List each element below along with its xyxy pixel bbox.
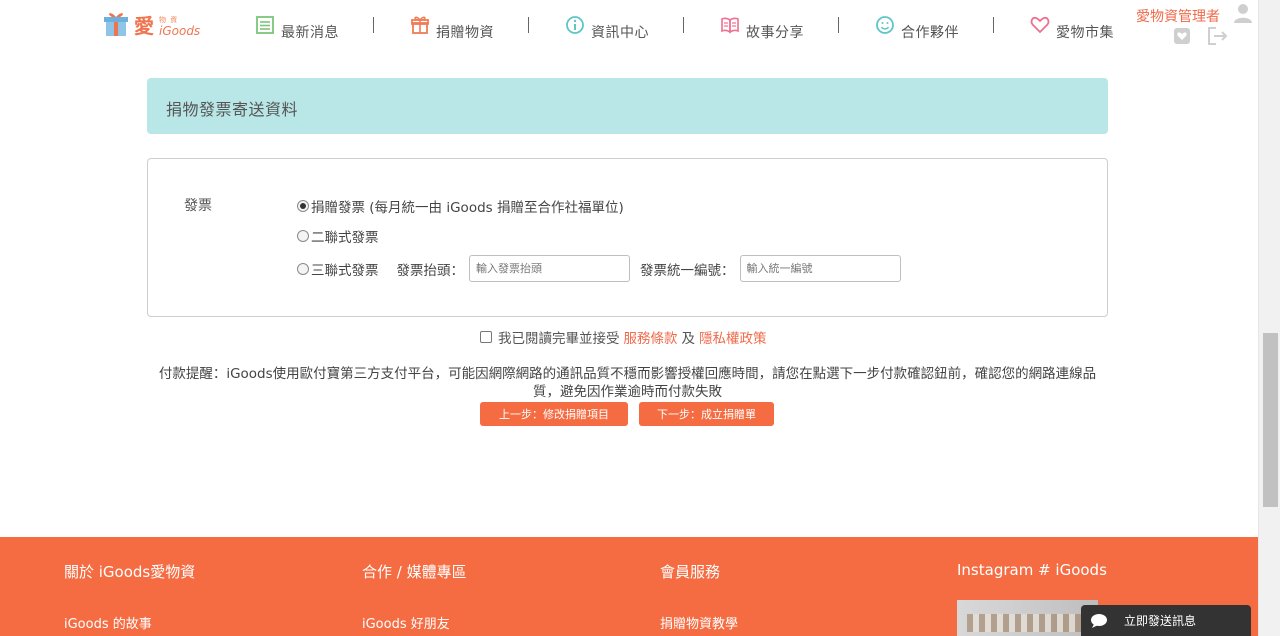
gift-logo-icon (104, 13, 128, 36)
footer-link[interactable]: iGoods 好朋友 (362, 613, 450, 632)
invoice-option-label: 捐贈發票 (每月統一由 iGoods 捐贈至合作社福單位) (311, 200, 624, 216)
invoice-field-label: 發票 (184, 198, 212, 214)
nav-item-donate[interactable]: 捐贈物資 (410, 12, 494, 42)
section-heading: 捐物發票寄送資料 (147, 78, 1108, 134)
user-avatar-icon[interactable] (1232, 2, 1254, 24)
info-circle-icon (566, 16, 584, 34)
terms-prefix: 我已閱讀完畢並接受 (498, 331, 620, 347)
chat-widget-button[interactable]: 立即發送訊息 (1081, 605, 1251, 636)
terms-and-text: 及 (681, 331, 696, 347)
invoice-option-label: 三聯式發票 (311, 262, 379, 279)
smile-face-icon (876, 16, 894, 34)
favorites-button[interactable] (1174, 28, 1190, 44)
next-step-button[interactable]: 下一步：成立捐贈單 (639, 402, 774, 426)
footer-column-title: Instagram # iGoods (957, 561, 1107, 579)
gift-box-icon (411, 16, 429, 34)
invoice-radio-donate[interactable] (297, 200, 309, 212)
scrollbar-thumb[interactable] (1263, 333, 1278, 507)
logout-icon[interactable] (1206, 26, 1228, 46)
invoice-option-donate[interactable]: 捐贈發票 (每月統一由 iGoods 捐贈至合作社福單位) (297, 196, 624, 216)
terms-agreement: 我已閱讀完畢並接受 服務條款 及 隱私權政策 (480, 327, 771, 347)
footer-link[interactable]: 捐贈物資教學 (660, 613, 738, 632)
footer-column-instagram: Instagram # iGoods (957, 561, 1107, 579)
logo-text: 愛 (134, 14, 154, 38)
nav-divider (373, 17, 374, 33)
nav-label: 愛物市集 (1056, 25, 1114, 41)
terms-of-service-link[interactable]: 服務條款 (624, 327, 678, 347)
terms-checkbox[interactable] (480, 331, 492, 343)
nav-divider (528, 17, 529, 33)
main-nav: 最新消息 捐贈物資 資訊中心 故事分享 合作夥伴 愛物市集 (255, 12, 1114, 42)
nav-divider (993, 17, 994, 33)
tax-id-input[interactable] (739, 255, 901, 282)
page-scrollbar[interactable] (1258, 0, 1280, 636)
footer-column-title: 會員服務 (660, 563, 721, 581)
site-logo[interactable]: 愛 物 資 iGoods (100, 8, 200, 40)
tax-id-label: 發票統一編號： (640, 262, 735, 279)
nav-label: 捐贈物資 (436, 25, 494, 41)
logo-brand: iGoods (159, 24, 201, 38)
step-buttons: 上一步：修改捐贈項目 下一步：成立捐贈單 (480, 402, 774, 426)
footer-column-title: 關於 iGoods愛物資 (64, 563, 196, 581)
invoice-title-label: 發票抬頭： (396, 262, 465, 279)
nav-label: 故事分享 (746, 25, 804, 41)
user-name-link[interactable]: 愛物資管理者 (1136, 9, 1220, 25)
footer-column-member: 會員服務 捐贈物資教學 (660, 561, 738, 632)
chat-label: 立即發送訊息 (1124, 614, 1197, 628)
nav-item-info[interactable]: 資訊中心 (565, 12, 649, 42)
nav-label: 合作夥伴 (901, 25, 959, 41)
invoice-panel: 發票 捐贈發票 (每月統一由 iGoods 捐贈至合作社福單位) 二聯式發票 三… (147, 158, 1108, 317)
footer-column-title: 合作 / 媒體專區 (362, 563, 467, 581)
footer-column-about: 關於 iGoods愛物資 iGoods 的故事 (64, 561, 196, 632)
nav-label: 資訊中心 (591, 25, 649, 41)
chat-bubble-icon (1091, 613, 1107, 628)
heart-icon (1177, 32, 1187, 40)
payment-notice: 付款提醒：iGoods使用歐付寶第三方支付平台，可能因網際網路的通訊品質不穩而影… (158, 366, 1097, 400)
invoice-option-label: 二聯式發票 (311, 230, 379, 246)
nav-divider (838, 17, 839, 33)
invoice-radio-triplicate[interactable] (297, 262, 309, 275)
footer-column-partners: 合作 / 媒體專區 iGoods 好朋友 (362, 561, 467, 632)
nav-item-market[interactable]: 愛物市集 (1030, 12, 1114, 42)
nav-divider (683, 17, 684, 33)
section-title: 捐物發票寄送資料 (166, 100, 299, 119)
invoice-radio-duplicate[interactable] (297, 230, 309, 242)
nav-label: 最新消息 (281, 25, 339, 41)
open-book-icon (721, 17, 739, 34)
previous-step-button[interactable]: 上一步：修改捐贈項目 (480, 402, 628, 426)
nav-item-stories[interactable]: 故事分享 (720, 12, 804, 42)
user-area: 愛物資管理者 (1136, 4, 1252, 45)
heart-icon (1030, 16, 1050, 34)
invoice-option-triplicate: 三聯式發票 發票抬頭： 發票統一編號： (297, 255, 901, 282)
nav-item-news[interactable]: 最新消息 (255, 12, 339, 42)
footer-link[interactable]: iGoods 的故事 (64, 613, 152, 632)
invoice-option-duplicate[interactable]: 二聯式發票 (297, 226, 379, 246)
site-footer: 關於 iGoods愛物資 iGoods 的故事 合作 / 媒體專區 iGoods… (0, 537, 1258, 636)
site-header: 愛 物 資 iGoods 最新消息 捐贈物資 資訊中心 故事分享 合作夥伴 愛物… (0, 0, 1258, 56)
news-list-icon (256, 16, 274, 34)
invoice-title-input[interactable] (469, 255, 630, 282)
privacy-policy-link[interactable]: 隱私權政策 (699, 327, 767, 347)
instagram-photo[interactable] (957, 600, 1098, 636)
nav-item-partners[interactable]: 合作夥伴 (875, 12, 959, 42)
